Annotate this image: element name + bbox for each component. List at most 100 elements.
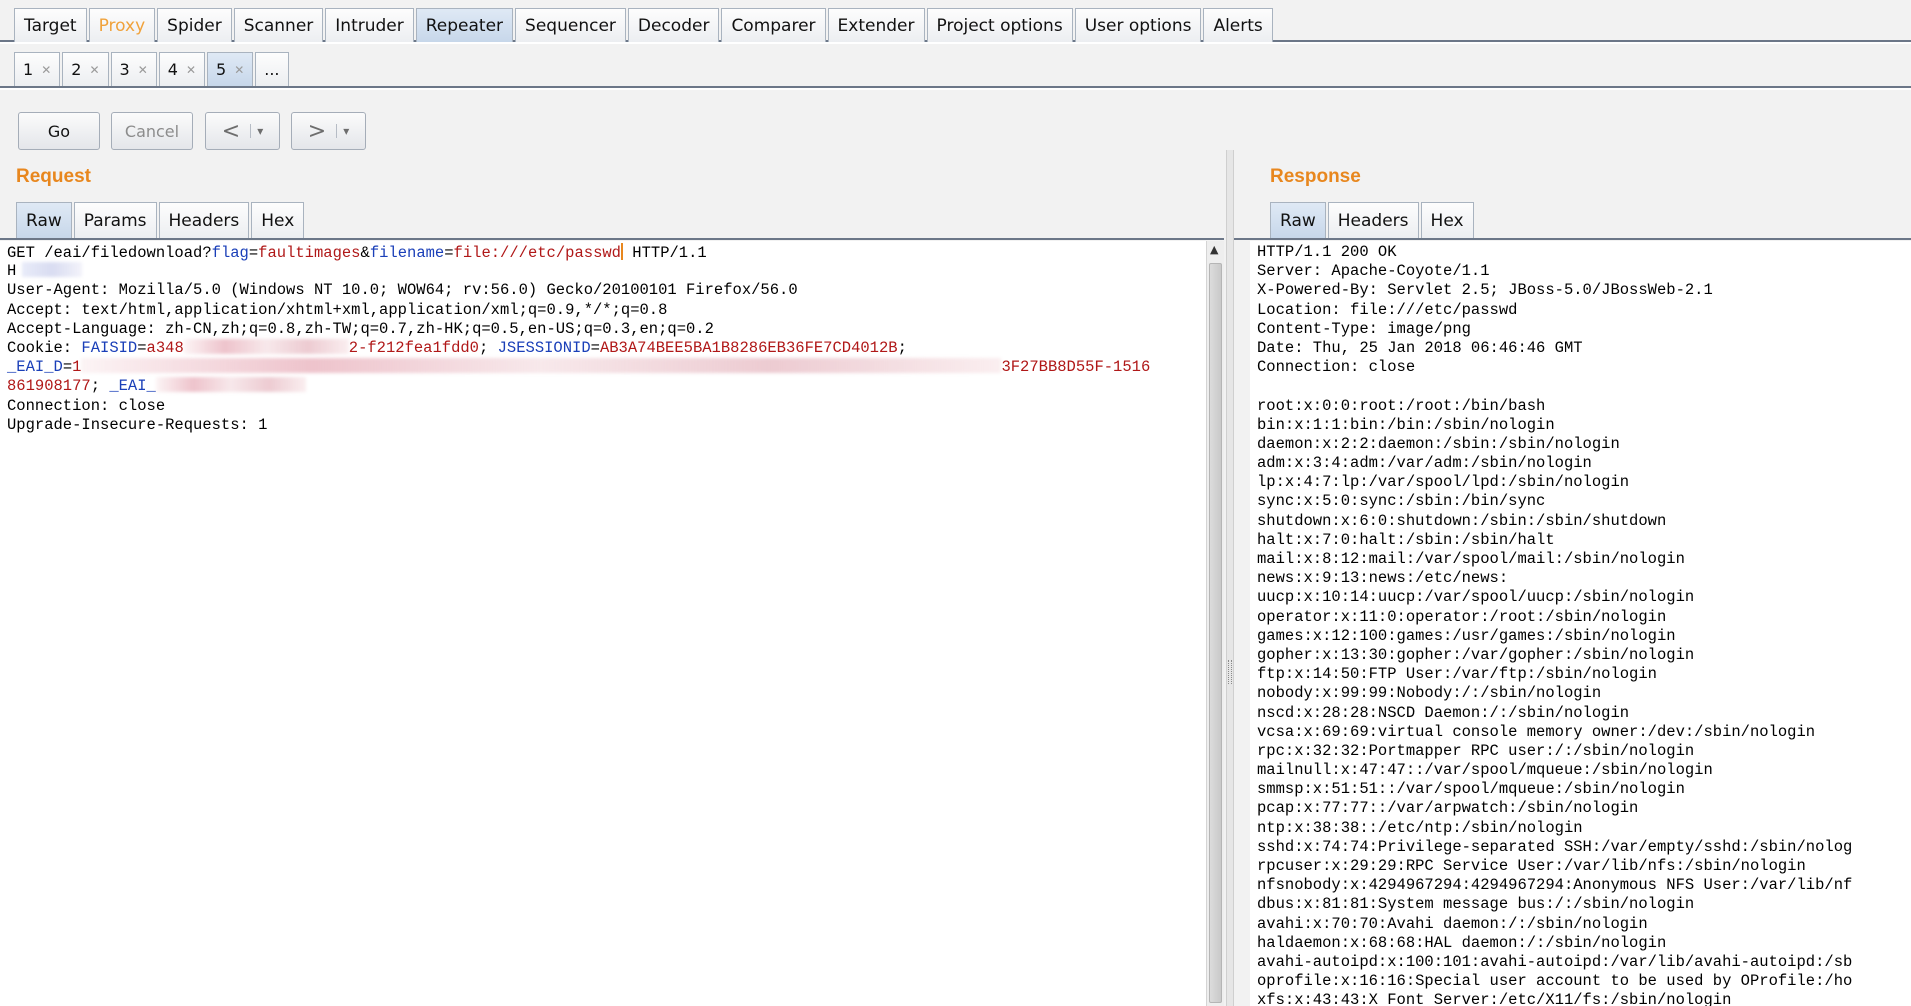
response-body-line: games:x:12:100:games:/usr/games:/sbin/no… [1257, 626, 1676, 645]
response-body-line: ntp:x:38:38::/etc/ntp:/sbin/nologin [1257, 818, 1583, 837]
response-body-line: bin:x:1:1:bin:/bin:/sbin/nologin [1257, 415, 1555, 434]
response-tab-headers[interactable]: Headers [1327, 202, 1419, 238]
request-view-tabs: Raw Params Headers Hex [16, 202, 306, 238]
tab-user-options[interactable]: User options [1074, 8, 1202, 42]
repeater-tab-label: 1 [23, 60, 34, 79]
response-body-line: nobody:x:99:99:Nobody:/:/sbin/nologin [1257, 684, 1602, 703]
response-body-line: mail:x:8:12:mail:/var/spool/mail:/sbin/n… [1257, 550, 1685, 568]
close-icon[interactable]: ✕ [41, 63, 51, 77]
close-icon[interactable]: ✕ [89, 63, 99, 77]
request-scrollbar[interactable]: ▲ [1206, 241, 1224, 1006]
tab-sequencer[interactable]: Sequencer [515, 8, 626, 42]
request-line: GET /eai/filedownload?flag=faultimages&f… [7, 243, 707, 262]
repeater-tab-label: 5 [216, 60, 227, 79]
cookie-continuation: _EAI_D=1 3F27BB8D55F-1516 [7, 358, 1151, 377]
request-editor[interactable]: GET /eai/filedownload?flag=faultimages&f… [0, 241, 1206, 1006]
response-body-line: sync:x:5:0:sync:/sbin:/bin/sync [1257, 492, 1546, 511]
repeater-tab-2[interactable]: 2 ✕ [62, 52, 109, 86]
accept-header: Accept: text/html,application/xhtml+xml,… [7, 300, 668, 319]
response-body-line: halt:x:7:0:halt:/sbin:/sbin/halt [1257, 530, 1555, 549]
response-header-line: Server: Apache-Coyote/1.1 [1257, 262, 1490, 281]
tab-scanner[interactable]: Scanner [233, 8, 324, 42]
tab-proxy[interactable]: Proxy [88, 8, 156, 42]
tab-repeater[interactable]: Repeater [415, 8, 514, 42]
redacted-host [22, 262, 83, 278]
response-body-line: shutdown:x:6:0:shutdown:/sbin:/sbin/shut… [1257, 511, 1667, 530]
response-header-line: HTTP/1.1 200 OK [1257, 243, 1397, 261]
repeater-tab-label: 4 [167, 60, 178, 79]
repeater-tab-label: 2 [71, 60, 82, 79]
response-body-line: news:x:9:13:news:/etc/news: [1257, 569, 1509, 588]
response-body-line: root:x:0:0:root:/root:/bin/bash [1257, 396, 1546, 415]
response-body-line: avahi-autoipd:x:100:101:avahi-autoipd:/v… [1257, 952, 1853, 971]
response-tab-raw[interactable]: Raw [1270, 202, 1326, 238]
request-title: Request [16, 166, 91, 187]
response-header-line: Connection: close [1257, 358, 1416, 377]
splitter-grip-icon [1228, 660, 1232, 684]
response-tab-hex[interactable]: Hex [1420, 202, 1474, 238]
tab-spider[interactable]: Spider [157, 8, 232, 42]
repeater-tab-label: 3 [119, 60, 130, 79]
tab-intruder[interactable]: Intruder [325, 8, 414, 42]
response-body-line: uucp:x:10:14:uucp:/var/spool/uucp:/sbin/… [1257, 588, 1695, 607]
scrollbar-thumb[interactable] [1209, 263, 1222, 1003]
response-body-line: adm:x:3:4:adm:/var/adm:/sbin/nologin [1257, 454, 1592, 473]
scroll-up-icon[interactable]: ▲ [1210, 243, 1218, 256]
back-button[interactable]: < ▾ [205, 112, 280, 150]
cancel-button[interactable]: Cancel [111, 112, 193, 150]
chevron-down-icon[interactable]: ▾ [250, 124, 263, 138]
response-header-line: Location: file:///etc/passwd [1257, 300, 1518, 319]
response-body-line: ftp:x:14:50:FTP User:/var/ftp:/sbin/nolo… [1257, 665, 1657, 684]
response-body-line: mailnull:x:47:47::/var/spool/mqueue:/sbi… [1257, 761, 1713, 780]
request-tab-params[interactable]: Params [73, 202, 157, 238]
tab-alerts[interactable]: Alerts [1203, 8, 1273, 42]
tab-project-options[interactable]: Project options [926, 8, 1073, 42]
repeater-tab-3[interactable]: 3 ✕ [110, 52, 157, 86]
response-body-line: smmsp:x:51:51::/var/spool/mqueue:/sbin/n… [1257, 780, 1685, 799]
forward-button[interactable]: > ▾ [291, 112, 366, 150]
chevron-right-icon: > [307, 118, 327, 144]
request-tab-headers[interactable]: Headers [158, 202, 250, 238]
chevron-left-icon: < [221, 118, 241, 144]
response-body-line: operator:x:11:0:operator:/root:/sbin/nol… [1257, 607, 1667, 626]
request-tab-raw[interactable]: Raw [16, 202, 72, 238]
response-body-line: avahi:x:70:70:Avahi daemon:/:/sbin/nolog… [1257, 914, 1648, 933]
tab-decoder[interactable]: Decoder [627, 8, 720, 42]
host-header: H [7, 262, 1206, 281]
response-editor[interactable]: HTTP/1.1 200 OK Server: Apache-Coyote/1.1… [1250, 241, 1911, 1006]
response-title: Response [1270, 166, 1361, 187]
repeater-tab-1[interactable]: 1 ✕ [14, 52, 61, 86]
close-icon[interactable]: ✕ [234, 63, 244, 77]
repeater-tab-5[interactable]: 5 ✕ [207, 52, 254, 86]
response-body-line: gopher:x:13:30:gopher:/var/gopher:/sbin/… [1257, 645, 1695, 664]
cookie-continuation: 861908177; _EAI_ [7, 377, 1206, 396]
accept-language-header: Accept-Language: zh-CN,zh;q=0.8,zh-TW;q=… [7, 319, 714, 338]
close-icon[interactable]: ✕ [138, 63, 148, 77]
response-header-line: Date: Thu, 25 Jan 2018 06:46:46 GMT [1257, 338, 1583, 357]
repeater-tab-4[interactable]: 4 ✕ [158, 52, 205, 86]
main-tab-bar: Target Proxy Spider Scanner Intruder Rep… [0, 0, 1911, 42]
tab-comparer[interactable]: Comparer [721, 8, 826, 42]
response-body-line: haldaemon:x:68:68:HAL daemon:/:/sbin/nol… [1257, 933, 1667, 952]
redacted-cookie [183, 338, 349, 354]
tab-extender[interactable]: Extender [827, 8, 925, 42]
user-agent-header: User-Agent: Mozilla/5.0 (Windows NT 10.0… [7, 281, 798, 300]
response-body-line: nfsnobody:x:4294967294:4294967294:Anonym… [1257, 876, 1853, 895]
response-body-line: nscd:x:28:28:NSCD Daemon:/:/sbin/nologin [1257, 703, 1630, 722]
response-body-line: xfs:x:43:43:X Font Server:/etc/X11/fs:/s… [1257, 991, 1732, 1006]
response-body-line: oprofile:x:16:16:Special user account to… [1257, 972, 1853, 991]
response-body-line: vcsa:x:69:69:virtual console memory owne… [1257, 722, 1816, 741]
new-repeater-tab[interactable]: ... [255, 52, 289, 86]
response-tab-rule [1234, 238, 1911, 240]
tab-target[interactable]: Target [14, 8, 87, 42]
pane-splitter[interactable] [1226, 150, 1234, 1006]
connection-header: Connection: close [7, 396, 166, 415]
upgrade-insecure-requests-header: Upgrade-Insecure-Requests: 1 [7, 415, 268, 434]
response-headers: HTTP/1.1 200 OK Server: Apache-Coyote/1.1… [1257, 243, 1911, 377]
chevron-down-icon[interactable]: ▾ [336, 124, 349, 138]
response-view-tabs: Raw Headers Hex [1270, 202, 1476, 238]
close-icon[interactable]: ✕ [186, 63, 196, 77]
redacted-cookie [155, 377, 306, 393]
go-button[interactable]: Go [18, 112, 100, 150]
request-tab-hex[interactable]: Hex [251, 202, 305, 238]
